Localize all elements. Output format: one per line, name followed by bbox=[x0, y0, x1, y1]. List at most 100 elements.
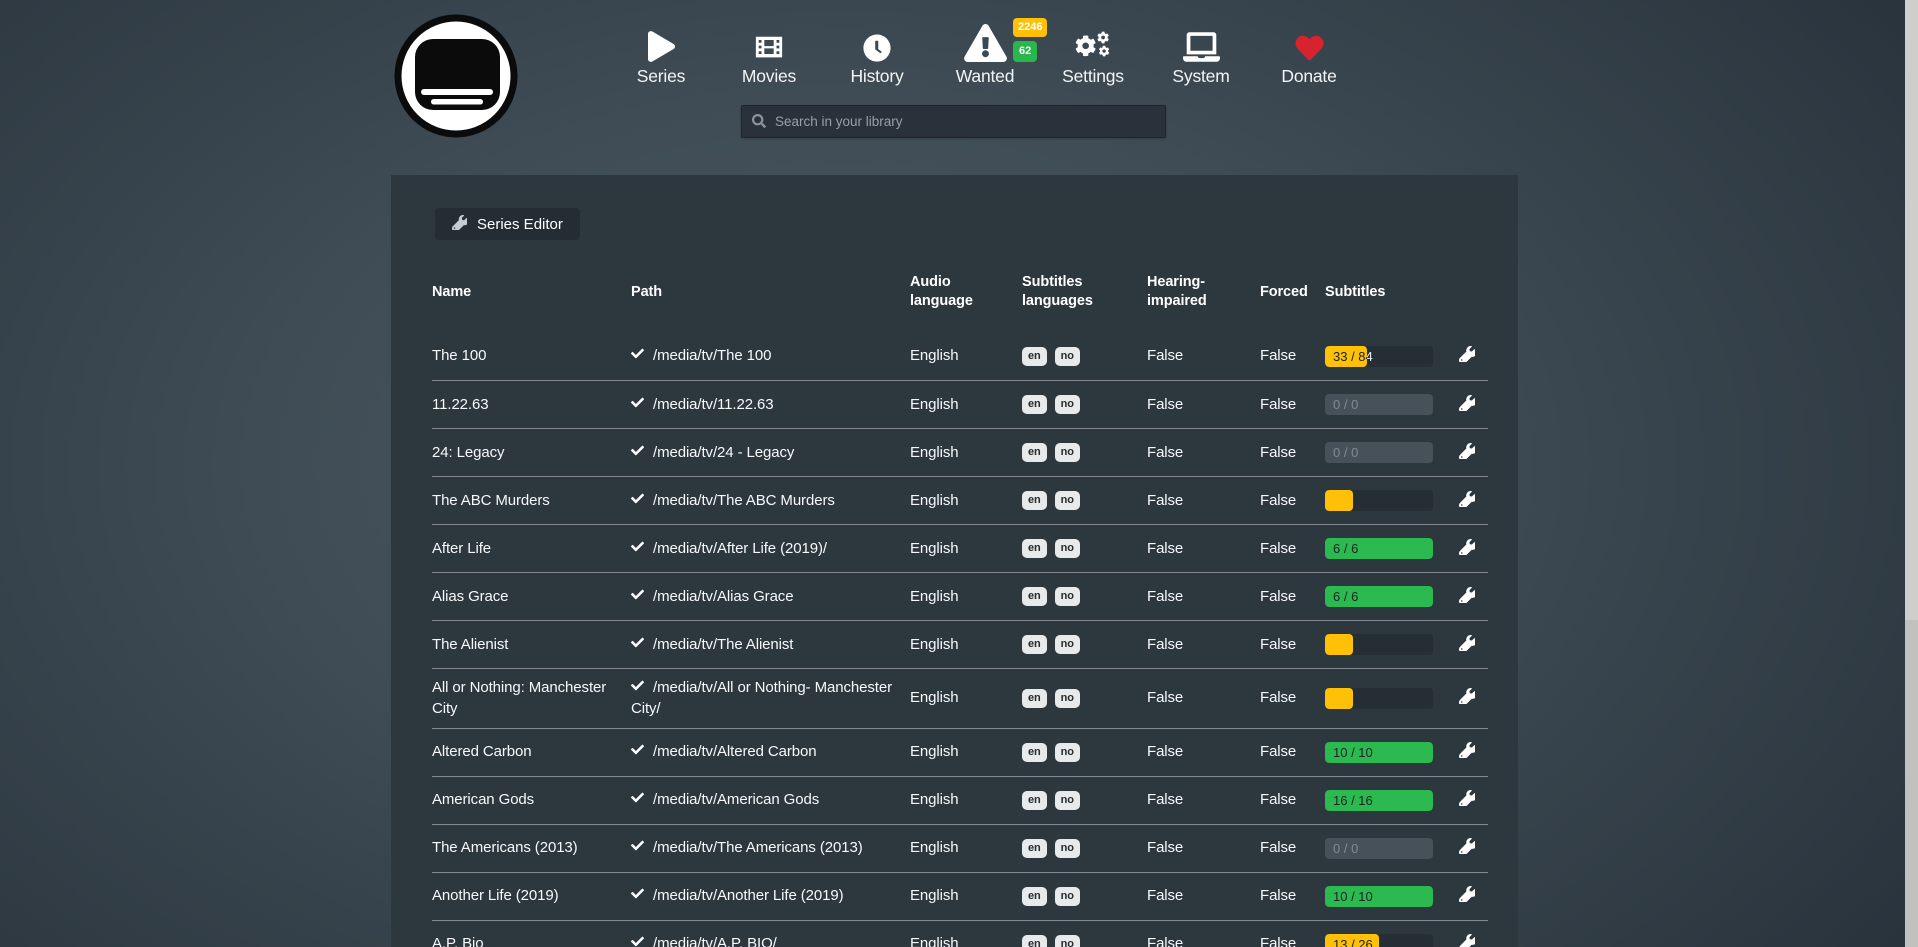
series-name: The 100 bbox=[432, 337, 631, 375]
series-path: /media/tv/The Americans (2013) bbox=[631, 829, 910, 867]
check-icon bbox=[631, 934, 644, 947]
series-name: Alias Grace bbox=[432, 578, 631, 616]
edit-series-button[interactable] bbox=[1457, 537, 1477, 560]
edit-series-button[interactable] bbox=[1457, 633, 1477, 656]
subtitles-languages: en no bbox=[1022, 626, 1147, 663]
nav-movies[interactable]: Movies bbox=[715, 24, 823, 87]
series-name: All or Nothing: Manchester City bbox=[432, 669, 631, 728]
audio-language: English bbox=[910, 925, 1022, 947]
language-chip: no bbox=[1055, 587, 1080, 606]
table-header: Name Path Audio language Subtitles langu… bbox=[432, 264, 1488, 320]
series-name: The Americans (2013) bbox=[432, 829, 631, 867]
content-panel: Series Editor Name Path Audio language S… bbox=[391, 175, 1518, 947]
subtitles-languages: en no bbox=[1022, 482, 1147, 519]
subtitles-languages: en no bbox=[1022, 680, 1147, 717]
language-chip: en bbox=[1022, 587, 1047, 606]
subtitles-progress: 10 / 10 10 / 10 bbox=[1325, 742, 1433, 763]
edit-series-button[interactable] bbox=[1457, 393, 1477, 416]
edit-series-button[interactable] bbox=[1457, 441, 1477, 464]
table-row[interactable]: Alias Grace /media/tv/Alias Grace Englis… bbox=[432, 572, 1488, 620]
edit-series-button[interactable] bbox=[1457, 686, 1477, 709]
audio-language: English bbox=[910, 679, 1022, 717]
check-icon bbox=[631, 838, 644, 858]
series-path: /media/tv/Altered Carbon bbox=[631, 733, 910, 771]
check-icon bbox=[631, 346, 644, 366]
nav-label: Wanted bbox=[956, 66, 1014, 87]
subtitles-progress: 0 / 0 0 / 0 bbox=[1325, 442, 1433, 463]
nav-donate[interactable]: Donate bbox=[1255, 24, 1363, 87]
hearing-impaired-value: False bbox=[1147, 482, 1260, 520]
language-chip: en bbox=[1022, 347, 1047, 366]
audio-language: English bbox=[910, 733, 1022, 771]
edit-series-button[interactable] bbox=[1457, 836, 1477, 859]
subtitles-progress: 0 / 0 0 / 0 bbox=[1325, 394, 1433, 415]
subtitles-progress: 10 / 10 10 / 10 bbox=[1325, 886, 1433, 907]
language-chip: no bbox=[1055, 491, 1080, 510]
table-row[interactable]: The Alienist /media/tv/The Alienist Engl… bbox=[432, 620, 1488, 668]
table-row[interactable]: The 100 /media/tv/The 100 English en no … bbox=[432, 332, 1488, 380]
scrollbar-thumb[interactable] bbox=[1905, 0, 1918, 620]
table-row[interactable]: Altered Carbon /media/tv/Altered Carbon … bbox=[432, 728, 1488, 776]
hearing-impaired-value: False bbox=[1147, 781, 1260, 819]
nav-settings[interactable]: Settings bbox=[1039, 24, 1147, 87]
subtitles-languages: en no bbox=[1022, 530, 1147, 567]
table-row[interactable]: Another Life (2019) /media/tv/Another Li… bbox=[432, 872, 1488, 920]
table-row[interactable]: 24: Legacy /media/tv/24 - Legacy English… bbox=[432, 428, 1488, 476]
nav-system[interactable]: System bbox=[1147, 24, 1255, 87]
subtitles-languages: en no bbox=[1022, 338, 1147, 375]
hearing-impaired-value: False bbox=[1147, 434, 1260, 472]
language-chip: en bbox=[1022, 395, 1047, 414]
check-icon bbox=[631, 678, 644, 698]
table-row[interactable]: The ABC Murders /media/tv/The ABC Murder… bbox=[432, 476, 1488, 524]
series-name: A.P. Bio bbox=[432, 925, 631, 947]
language-chip: en bbox=[1022, 935, 1047, 947]
series-path: /media/tv/American Gods bbox=[631, 781, 910, 819]
table-row[interactable]: All or Nothing: Manchester City /media/t… bbox=[432, 668, 1488, 728]
hearing-impaired-value: False bbox=[1147, 829, 1260, 867]
play-icon bbox=[648, 24, 675, 62]
language-chip: no bbox=[1055, 689, 1080, 708]
audio-language: English bbox=[910, 530, 1022, 568]
forced-value: False bbox=[1260, 578, 1325, 616]
search-input[interactable] bbox=[741, 105, 1166, 138]
nav-wanted[interactable]: 2246 62 Wanted bbox=[931, 24, 1039, 87]
edit-series-button[interactable] bbox=[1457, 344, 1477, 367]
table-row[interactable]: The Americans (2013) /media/tv/The Ameri… bbox=[432, 824, 1488, 872]
subtitles-progress bbox=[1325, 688, 1433, 709]
edit-series-button[interactable] bbox=[1457, 788, 1477, 811]
wanted-movies-count-badge: 62 bbox=[1013, 41, 1037, 62]
series-editor-button[interactable]: Series Editor bbox=[435, 208, 580, 240]
forced-value: False bbox=[1260, 434, 1325, 472]
language-chip: en bbox=[1022, 635, 1047, 654]
check-icon bbox=[631, 886, 644, 906]
table-row[interactable]: American Gods /media/tv/American Gods En… bbox=[432, 776, 1488, 824]
check-icon bbox=[631, 491, 644, 511]
table-row[interactable]: 11.22.63 /media/tv/11.22.63 English en n… bbox=[432, 380, 1488, 428]
subtitles-languages: en no bbox=[1022, 578, 1147, 615]
subtitles-progress bbox=[1325, 490, 1433, 511]
nav-series[interactable]: Series bbox=[607, 24, 715, 87]
subtitles-languages: en no bbox=[1022, 830, 1147, 867]
edit-series-button[interactable] bbox=[1457, 884, 1477, 907]
edit-series-button[interactable] bbox=[1457, 932, 1477, 947]
table-row[interactable]: After Life /media/tv/After Life (2019)/ … bbox=[432, 524, 1488, 572]
hearing-impaired-value: False bbox=[1147, 679, 1260, 717]
check-icon bbox=[631, 539, 644, 559]
series-path: /media/tv/After Life (2019)/ bbox=[631, 530, 910, 568]
audio-language: English bbox=[910, 337, 1022, 375]
language-chip: no bbox=[1055, 935, 1080, 947]
series-name: The Alienist bbox=[432, 626, 631, 664]
edit-series-button[interactable] bbox=[1457, 489, 1477, 512]
edit-series-button[interactable] bbox=[1457, 740, 1477, 763]
check-icon bbox=[631, 635, 644, 655]
laptop-icon bbox=[1183, 24, 1220, 62]
hearing-impaired-value: False bbox=[1147, 925, 1260, 947]
hearing-impaired-value: False bbox=[1147, 386, 1260, 424]
audio-language: English bbox=[910, 386, 1022, 424]
series-path: /media/tv/11.22.63 bbox=[631, 386, 910, 424]
table-row[interactable]: A.P. Bio /media/tv/A.P. BIO/ English en … bbox=[432, 920, 1488, 947]
nav-history[interactable]: History bbox=[823, 24, 931, 87]
app-logo[interactable] bbox=[393, 13, 519, 139]
scrollbar-track[interactable] bbox=[1905, 0, 1918, 947]
edit-series-button[interactable] bbox=[1457, 585, 1477, 608]
